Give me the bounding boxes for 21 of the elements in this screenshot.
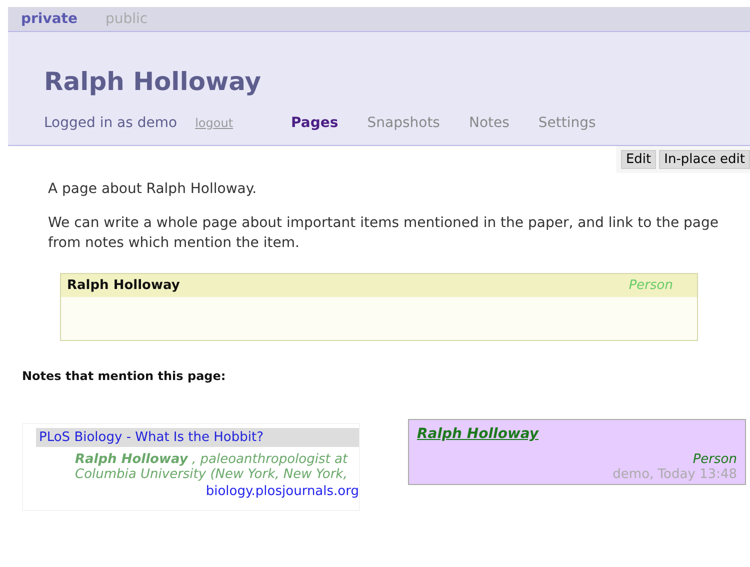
mode-tab[interactable]: private <box>21 11 78 27</box>
logout-link[interactable]: logout <box>195 116 234 130</box>
nav-tab[interactable]: Snapshots <box>367 115 440 131</box>
nav-tab[interactable]: Notes <box>468 115 510 131</box>
source-domain-link[interactable]: biology.plosjournals.org <box>23 484 359 499</box>
annotation-type: Person <box>692 452 737 467</box>
annotation-link[interactable]: Ralph Holloway <box>417 426 539 442</box>
action-button[interactable]: Edit <box>620 150 656 169</box>
annotation-meta: demo, Today 13:48 <box>612 467 737 482</box>
paragraph: A page about Ralph Holloway. <box>48 180 258 199</box>
item-name: Ralph Holloway <box>67 278 180 293</box>
nav-tab[interactable]: Pages <box>291 115 338 131</box>
snippet: Ralph Holloway , paleoanthropologist at Columbia University (New York, New York, <box>75 452 349 482</box>
action-button[interactable]: In-place edit <box>659 150 750 169</box>
page-title: Ralph Holloway <box>44 66 262 98</box>
source-title-link[interactable]: PLoS Biology - What Is the Hobbit? <box>36 428 359 447</box>
login-status: Logged in as demo <box>44 115 178 131</box>
nav-tab[interactable]: Settings <box>538 115 596 131</box>
paragraph: We can write a whole page about important items mentioned in the paper, and link to the page from notes which mention the item. <box>48 214 720 253</box>
section-heading: Notes that mention this page: <box>22 369 227 383</box>
item-type: Person <box>628 278 673 293</box>
